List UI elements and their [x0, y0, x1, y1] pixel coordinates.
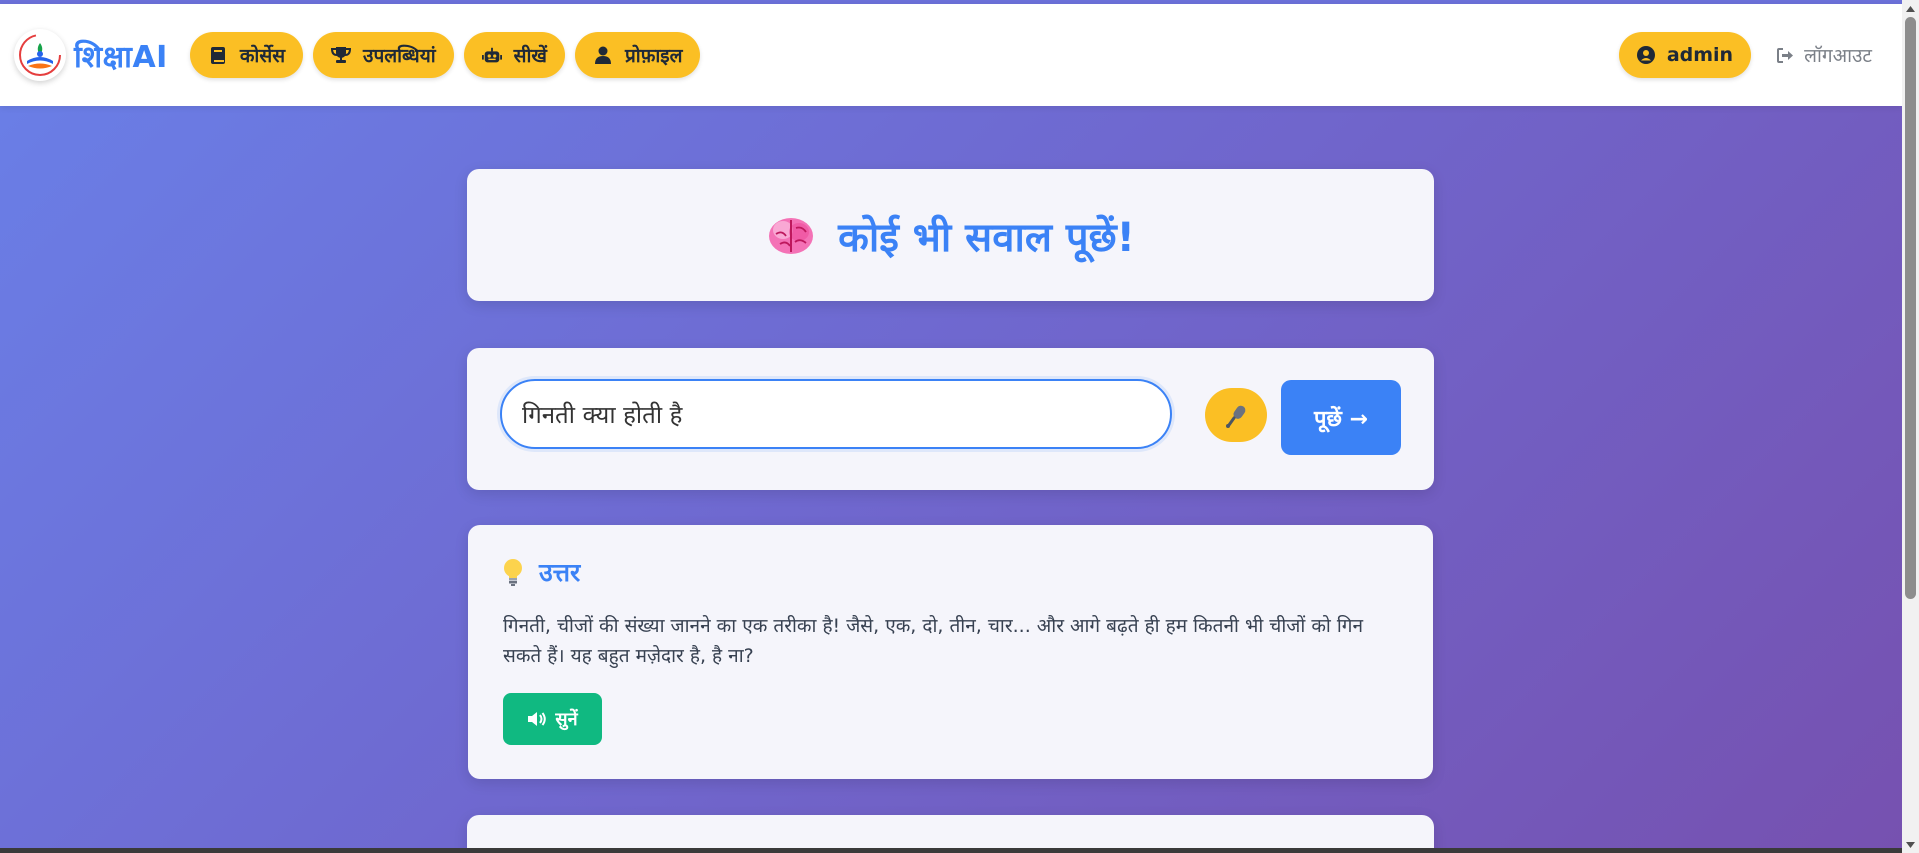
brain-icon — [766, 210, 816, 260]
trophy-icon — [331, 45, 352, 65]
robot-icon — [481, 45, 502, 65]
nav-item-label: प्रोफ़ाइल — [624, 45, 683, 67]
nav-item-learn[interactable]: सीखें — [463, 32, 565, 78]
nav-item-label: कोर्सेस — [239, 45, 286, 67]
main-content: कोई भी सवाल पूछें! पूछें → — [0, 106, 1902, 853]
logout-button[interactable]: लॉगआउट — [1777, 42, 1872, 68]
page-scrollbar[interactable] — [1902, 0, 1919, 853]
answer-header: उत्तर — [503, 555, 580, 589]
user-icon — [593, 45, 613, 65]
user-name: admin — [1666, 44, 1734, 66]
title-card: कोई भी सवाल पूछें! — [467, 169, 1434, 301]
scroll-up-arrow-icon[interactable] — [1902, 0, 1919, 17]
nav-right: admin लॉगआउट — [1618, 32, 1872, 78]
navbar: शिक्षाAI कोर्सेस उपलब्धियां सीखें प्रोफ़… — [0, 4, 1902, 106]
answer-heading: उत्तर — [539, 558, 581, 587]
nav-item-profile[interactable]: प्रोफ़ाइल — [574, 32, 701, 78]
nav-item-label: सीखें — [513, 45, 547, 67]
logout-label: लॉगआउट — [1804, 45, 1872, 67]
scroll-down-arrow-icon[interactable] — [1902, 836, 1919, 853]
user-menu-button[interactable]: admin — [1618, 32, 1752, 78]
sign-out-icon — [1777, 47, 1794, 63]
nav-item-courses[interactable]: कोर्सेस — [189, 32, 304, 78]
brand-logo-icon — [14, 29, 66, 81]
voice-input-button[interactable] — [1205, 388, 1267, 442]
user-circle-icon — [1636, 46, 1655, 64]
scroll-thumb[interactable] — [1905, 17, 1916, 599]
brand-name: शिक्षाAI — [74, 39, 168, 75]
answer-text: गिनती, चीजों की संख्या जानने का एक तरीका… — [503, 615, 1364, 667]
ask-card: पूछें → — [467, 348, 1434, 490]
nav-menu: कोर्सेस उपलब्धियां सीखें प्रोफ़ाइल — [189, 32, 711, 78]
nav-item-label: उपलब्धियां — [363, 45, 436, 67]
lightbulb-icon — [503, 558, 523, 586]
book-icon — [208, 45, 228, 65]
volume-icon — [527, 711, 547, 727]
nav-item-achievements[interactable]: उपलब्धियां — [313, 32, 454, 78]
window-bottom-edge — [0, 848, 1902, 853]
listen-button[interactable]: सुनें — [503, 693, 602, 745]
answer-card: उत्तर गिनती, चीजों की संख्या जानने का एक… — [468, 525, 1433, 779]
page-title: कोई भी सवाल पूछें! — [838, 214, 1135, 261]
listen-label: सुनें — [555, 709, 578, 730]
brand[interactable]: शिक्षाAI — [14, 29, 168, 81]
microphone-icon — [1222, 401, 1250, 429]
ask-button[interactable]: पूछें → — [1281, 380, 1401, 455]
question-input[interactable] — [500, 379, 1172, 449]
